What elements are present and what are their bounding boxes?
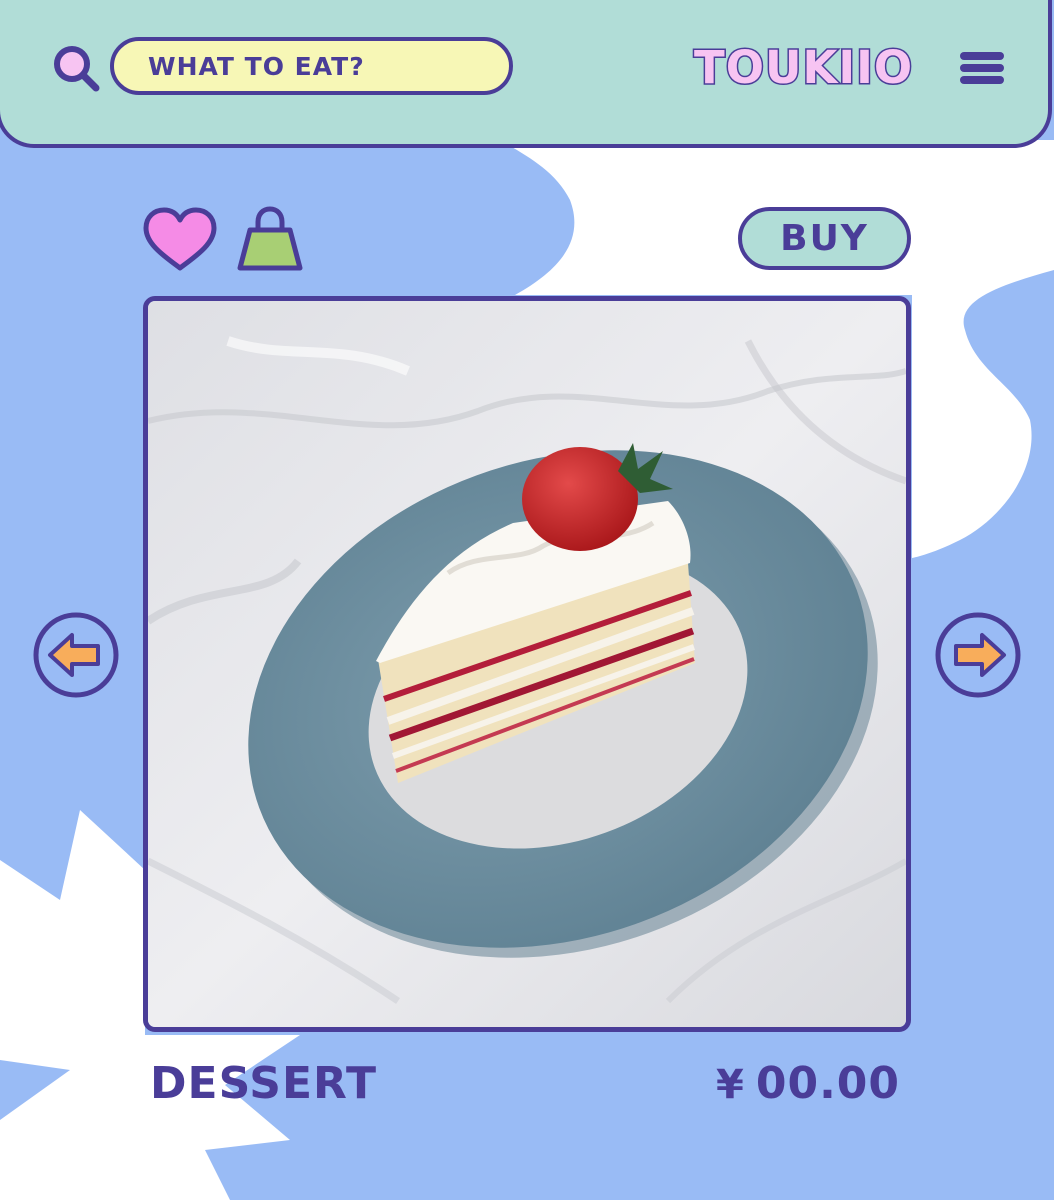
arrow-left-icon[interactable] — [32, 611, 120, 699]
top-header: WHAT TO EAT? TOUKIIO — [0, 0, 1052, 148]
brand-logo[interactable]: TOUKIIO — [692, 36, 913, 100]
price-value: 00.00 — [755, 1058, 901, 1109]
product-image — [143, 296, 911, 1032]
menu-icon[interactable] — [960, 50, 1004, 86]
product-price: ¥ 00.00 — [716, 1058, 900, 1109]
product-name: DESSERT — [150, 1058, 377, 1109]
product-photo — [148, 301, 906, 1027]
search-icon[interactable] — [50, 42, 102, 94]
search-input[interactable]: WHAT TO EAT? — [110, 37, 513, 95]
shopping-bag-icon[interactable] — [236, 204, 304, 272]
currency-symbol: ¥ — [716, 1062, 744, 1108]
buy-label: BUY — [780, 218, 869, 259]
heart-icon[interactable] — [142, 206, 218, 272]
buy-button[interactable]: BUY — [738, 207, 911, 270]
arrow-right-icon[interactable] — [934, 611, 1022, 699]
search-placeholder: WHAT TO EAT? — [148, 51, 365, 81]
